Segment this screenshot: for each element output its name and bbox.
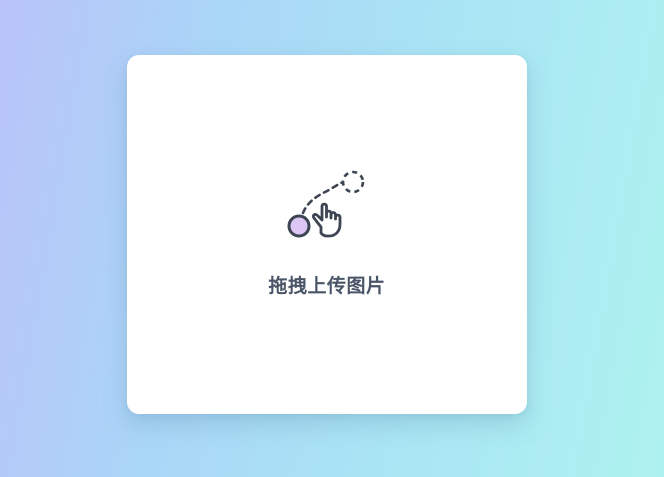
upload-label: 拖拽上传图片 [268,275,386,297]
upload-dropzone[interactable]: 拖拽上传图片 [127,55,527,414]
page-background: { "upload": { "label": "拖拽上传图片", "icon":… [0,0,664,477]
drag-gesture-icon [281,167,371,257]
